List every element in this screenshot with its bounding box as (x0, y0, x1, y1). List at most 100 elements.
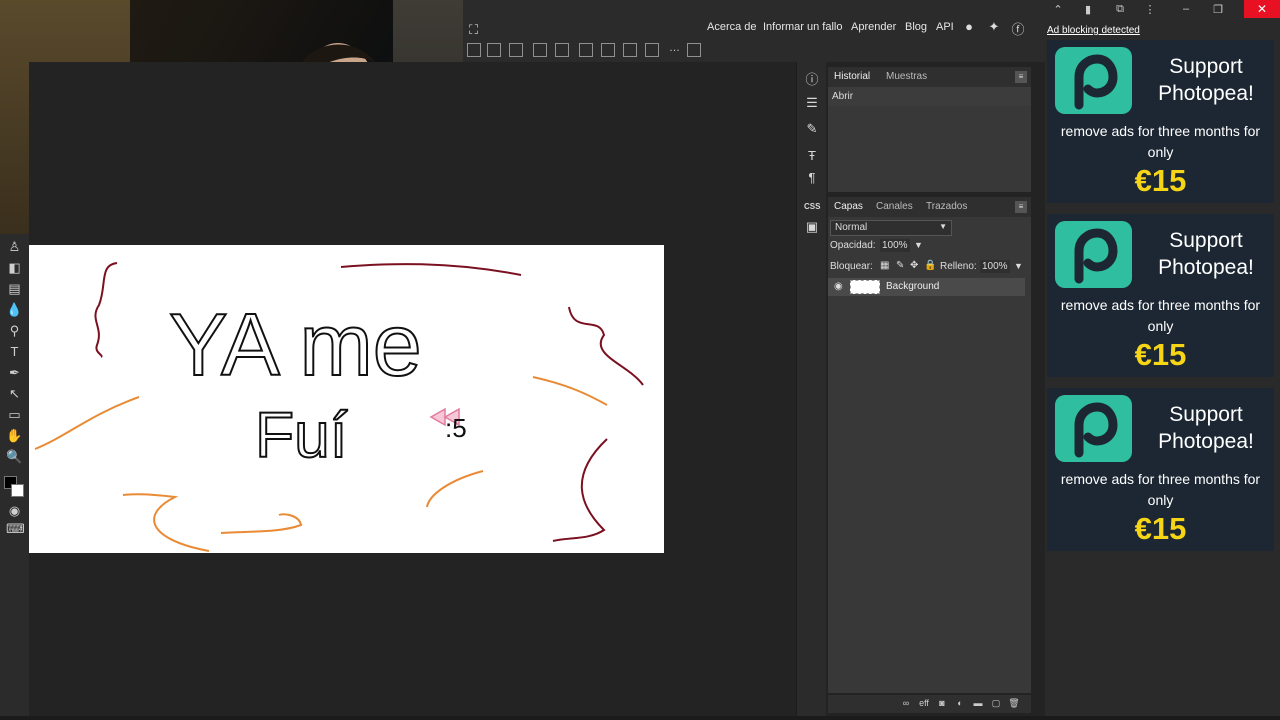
ad-headline: Support Photopea! (1158, 55, 1254, 105)
distribute-h-icon[interactable] (645, 43, 659, 57)
lock-move-icon[interactable]: ✥ (910, 260, 918, 271)
browser-chrome: ⌃ ▮ ⧉ ⋮ – ❐ ✕ (1045, 0, 1280, 20)
opacity-input[interactable]: 100% (880, 239, 910, 252)
align-top-icon[interactable] (533, 43, 547, 57)
ad-price: €15 (1134, 337, 1187, 372)
tab-history[interactable]: Historial (834, 71, 870, 82)
blur-icon[interactable]: 💧 (6, 301, 23, 318)
ad-subtext: remove ads for three months for only (1060, 123, 1261, 160)
chevron-up-icon[interactable]: ⌃ (1051, 3, 1065, 17)
menu-blog[interactable]: Blog (905, 21, 927, 33)
photopea-logo-icon (1055, 47, 1132, 114)
ad-price: €15 (1134, 511, 1187, 546)
tab-swatches[interactable]: Muestras (886, 71, 927, 82)
character-icon[interactable]: Ŧ (804, 148, 820, 164)
align-center-h-icon[interactable] (487, 43, 501, 57)
history-item[interactable]: Abrir (828, 87, 1031, 106)
lock-paint-icon[interactable]: ✎ (896, 260, 904, 271)
document-icon[interactable]: ▮ (1081, 3, 1095, 17)
stroke-orange-bottom-mid (220, 513, 303, 534)
fill-dropdown-icon[interactable]: ▼ (1014, 261, 1023, 271)
close-icon[interactable]: ✕ (1244, 0, 1280, 18)
visibility-eye-icon[interactable]: ◉ (834, 281, 843, 292)
align-right-icon[interactable] (509, 43, 523, 57)
css-icon[interactable]: CSS (804, 199, 820, 215)
image-icon[interactable]: ▣ (804, 219, 820, 235)
rectangle-icon[interactable]: ▭ (6, 406, 23, 423)
opacity-dropdown-icon[interactable]: ▼ (914, 240, 923, 250)
mask-icon[interactable]: ◙ (936, 698, 948, 710)
align-middle-icon[interactable] (555, 43, 569, 57)
stamp-icon[interactable]: ♙ (6, 238, 23, 255)
history-panel: Historial Muestras ≡ Abrir (828, 67, 1031, 192)
info-icon[interactable]: ⓘ (804, 72, 820, 88)
tab-paths[interactable]: Trazados (926, 201, 967, 212)
canvas-drawing: YA me Fuí :5 (34, 262, 644, 552)
paragraph-icon[interactable]: ¶ (804, 170, 820, 186)
tab-channels[interactable]: Canales (876, 201, 913, 212)
ad-card[interactable]: Support Photopea! remove ads for three m… (1047, 388, 1274, 551)
grid-icon[interactable] (687, 43, 701, 57)
ad-subtext: remove ads for three months for only (1060, 297, 1261, 334)
minimize-icon[interactable]: – (1179, 3, 1193, 17)
layers-panel: Capas Canales Trazados ≡ Normal ▼ Opacid… (828, 197, 1031, 693)
fullscreen-icon[interactable]: ⛶ (469, 22, 483, 37)
reddit-icon[interactable]: ● (961, 19, 977, 35)
align-bottom-icon[interactable] (579, 43, 593, 57)
layers-footer: ∞ eff ◙ ◐ ▬ ▢ 🗑 (828, 695, 1031, 713)
menu-learn[interactable]: Aprender (851, 21, 896, 33)
gradient-icon[interactable]: ▤ (6, 280, 23, 297)
ad-card[interactable]: Support Photopea! remove ads for three m… (1047, 40, 1274, 203)
layer-name: Background (886, 281, 940, 292)
eraser-icon[interactable]: ◧ (6, 259, 23, 276)
canvas-text-line1: YA me (169, 295, 422, 394)
delete-layer-icon[interactable]: 🗑 (1008, 698, 1020, 710)
photopea-app: ⛶ Acerca de Informar un fallo Aprender B… (0, 0, 1280, 720)
document-canvas[interactable]: YA me Fuí :5 (29, 245, 664, 553)
restore-icon[interactable]: ❐ (1211, 3, 1225, 17)
zoom-icon[interactable]: 🔍 (6, 448, 23, 465)
pen-icon[interactable]: ✒ (6, 364, 23, 381)
folder-icon[interactable]: ▬ (972, 698, 984, 710)
align-left-icon[interactable] (467, 43, 481, 57)
effects-icon[interactable]: eff (918, 698, 930, 710)
stroke-right-squiggle (568, 306, 644, 386)
more-icon[interactable]: … (669, 42, 680, 54)
fill-input[interactable]: 100% (980, 260, 1010, 273)
adjustment-layer-icon[interactable]: ◐ (954, 698, 966, 710)
layer-row[interactable]: ◉ Background (828, 278, 1025, 296)
tab-layers[interactable]: Capas (834, 201, 863, 212)
stroke-top-line (340, 263, 522, 276)
link-layers-icon[interactable]: ∞ (900, 698, 912, 710)
adjustments-icon[interactable]: ☰ (804, 95, 820, 111)
menu-report-bug[interactable]: Informar un fallo (763, 21, 842, 33)
dodge-icon[interactable]: ⚲ (6, 322, 23, 339)
extensions-icon[interactable]: ⧉ (1113, 3, 1127, 17)
new-layer-icon[interactable]: ▢ (990, 698, 1002, 710)
layers-menu-icon[interactable]: ≡ (1015, 201, 1027, 213)
keyboard-icon[interactable]: ⌨ (6, 520, 25, 537)
blend-mode-select[interactable]: Normal ▼ (830, 220, 952, 236)
lock-all-icon[interactable]: 🔒 (924, 260, 936, 271)
canvas-emoticon: :5 (445, 413, 467, 443)
stroke-orange-left (34, 396, 140, 450)
twitter-icon[interactable]: ✦ (986, 19, 1002, 35)
distribute-icon[interactable] (601, 43, 615, 57)
menu-api[interactable]: API (936, 21, 954, 33)
brush-icon[interactable]: ✎ (804, 121, 820, 137)
quick-mask-icon[interactable]: ◉ (6, 502, 23, 519)
facebook-icon[interactable]: ⓕ (1010, 19, 1026, 37)
ad-blocking-notice[interactable]: Ad blocking detected (1047, 25, 1140, 36)
distribute-v-icon[interactable] (623, 43, 637, 57)
background-color-swatch[interactable] (11, 484, 24, 497)
history-menu-icon[interactable]: ≡ (1015, 71, 1027, 83)
stroke-orange-right (532, 376, 608, 406)
more-vert-icon[interactable]: ⋮ (1143, 3, 1157, 17)
path-select-icon[interactable]: ↖ (6, 385, 23, 402)
menu-about[interactable]: Acerca de (707, 21, 757, 33)
lock-transparent-icon[interactable]: ▦ (880, 260, 889, 271)
tool-options-bar: … (463, 40, 1045, 62)
ad-card[interactable]: Support Photopea! remove ads for three m… (1047, 214, 1274, 377)
type-icon[interactable]: T (6, 343, 23, 360)
hand-icon[interactable]: ✋ (6, 427, 23, 444)
